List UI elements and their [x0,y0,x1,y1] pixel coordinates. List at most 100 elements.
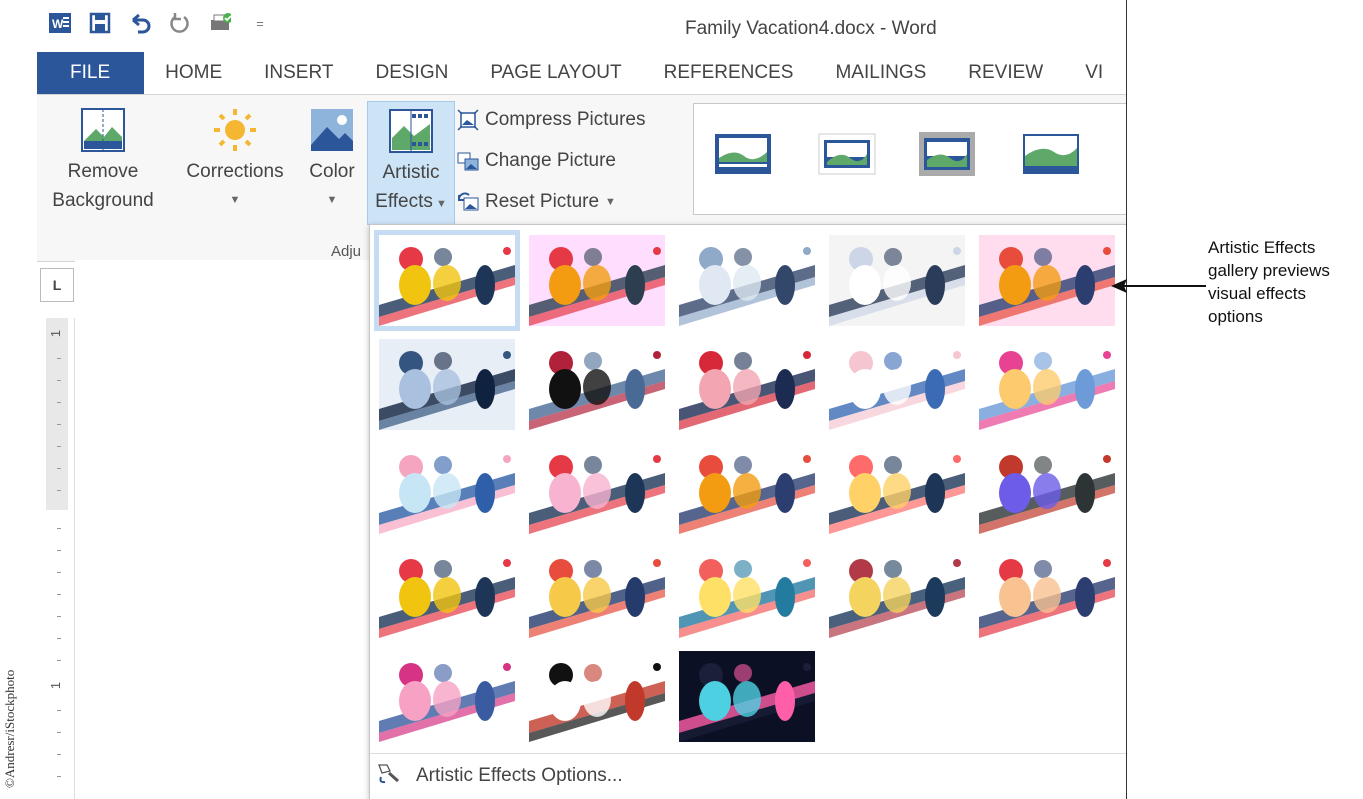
tab-mailings[interactable]: MAILINGS [814,52,947,94]
remove-background-label-1: Remove [67,161,139,182]
document-area[interactable] [75,260,375,799]
picture-style-thumbnail[interactable] [918,130,976,178]
artistic-effect-thumbnail[interactable] [379,651,515,742]
color-label: Color [309,161,355,182]
artistic-effect-thumbnail[interactable] [679,651,815,742]
chevron-down-icon: ▼ [326,194,338,206]
artistic-effects-options-button[interactable]: Artistic Effects Options... [376,761,623,791]
artistic-effect-thumbnail[interactable] [829,547,965,638]
artistic-effect-thumbnail[interactable] [679,547,815,638]
ruler-tick [57,572,61,573]
artistic-effect-thumbnail[interactable] [679,235,815,326]
artistic-effect-thumbnail[interactable] [979,547,1115,638]
artistic-effect-thumbnail[interactable] [979,339,1115,430]
gallery-divider [370,753,1126,754]
print-preview-icon[interactable] [209,12,231,34]
compress-pictures-label: Compress Pictures [485,109,646,130]
tab-home[interactable]: HOME [144,52,243,94]
chevron-down-icon[interactable]: ▼ [605,196,616,208]
artistic-effects-content: Artistic Effects ▼ [368,108,454,219]
window-title: Family Vacation4.docx - Word [685,18,937,39]
ruler-margin [46,318,68,510]
ruler-tick [57,616,61,617]
compress-icon [457,109,479,131]
redo-icon[interactable] [169,12,191,34]
artistic-effect-thumbnail[interactable] [829,235,965,326]
ruler-tick [57,550,61,551]
sun-icon [212,107,258,153]
artistic-effects-button[interactable]: Artistic Effects ▼ [367,101,455,225]
corrections-label: Corrections [186,161,284,182]
artistic-effect-thumbnail[interactable] [829,339,965,430]
ruler-tick [57,594,61,595]
tab-insert[interactable]: INSERT [243,52,354,94]
ruler-number: 1 [48,329,64,338]
picture-color-icon [309,107,355,153]
artistic-effect-thumbnail[interactable] [679,339,815,430]
picture-style-thumbnail[interactable] [714,130,772,178]
photo-credit: ©Andresr/iStockphoto [2,669,17,788]
artistic-effect-thumbnail[interactable] [529,235,665,326]
artistic-effect-thumbnail[interactable] [529,339,665,430]
ruler-tick [57,638,61,639]
artistic-effect-thumbnail[interactable] [379,547,515,638]
artistic-effect-thumbnail[interactable] [379,443,515,534]
tab-view[interactable]: VI [1064,52,1124,94]
artistic-effect-thumbnail[interactable] [979,443,1115,534]
reset-picture-icon [457,191,479,213]
ruler-tick [57,776,61,777]
artistic-effects-options-label: Artistic Effects Options... [416,765,623,786]
undo-icon[interactable] [129,12,151,34]
ribbon-tabs: FILE HOME INSERT DESIGN PAGE LAYOUT REFE… [37,52,1126,94]
color-button[interactable]: Color ▼ [301,107,363,215]
remove-background-icon [80,107,126,153]
ruler-tick [57,358,61,359]
chevron-down-icon: ▼ [229,194,241,206]
ruler-tick [57,402,61,403]
callout-text: Artistic Effects gallery previews visual… [1208,238,1330,326]
ruler-tick [57,380,61,381]
corrections-button[interactable]: Corrections ▼ [179,107,291,215]
artistic-effect-thumbnail[interactable] [374,230,520,331]
artistic-effects-label-2: Effects ▼ [375,191,447,212]
ruler-tick [57,732,61,733]
artistic-effect-thumbnail[interactable] [379,339,515,430]
picture-styles-gallery [693,103,1126,215]
tab-file[interactable]: FILE [37,52,145,94]
artistic-effect-thumbnail[interactable] [529,651,665,742]
ruler-tick [57,710,61,711]
change-picture-label: Change Picture [485,150,616,171]
tab-selector[interactable]: L [40,268,74,302]
vertical-ruler: 1 1 [40,318,75,799]
artistic-effect-thumbnail[interactable] [529,547,665,638]
reset-picture-label: Reset Picture [485,191,600,212]
artistic-effect-thumbnail[interactable] [529,443,665,534]
tab-design[interactable]: DESIGN [354,52,469,94]
change-picture-button[interactable]: Change Picture [457,150,616,172]
svg-text:W: W [52,17,64,31]
artistic-effect-thumbnail[interactable] [829,443,965,534]
ruler-number: 1 [48,681,64,690]
artistic-effects-gallery: Artistic Effects Options... [369,224,1126,799]
save-icon[interactable] [89,12,111,34]
artistic-effect-thumbnail[interactable] [979,235,1115,326]
word-icon: W [49,12,71,34]
reset-picture-button[interactable]: Reset Picture ▼ [457,191,616,213]
annotation-arrow [1111,279,1206,293]
title-bar: W = Family Vacation4.docx - Word [37,0,1126,50]
word-window: W = Family Vacation4.docx - Word FILE HO… [37,0,1127,799]
ruler-tick [57,490,61,491]
ruler-tick [57,528,61,529]
tab-page-layout[interactable]: PAGE LAYOUT [469,52,642,94]
picture-style-thumbnail[interactable] [818,130,876,178]
picture-style-thumbnail[interactable] [1022,130,1080,178]
ruler-tick [57,424,61,425]
paintbrush-icon [376,761,402,791]
ruler-tick [57,446,61,447]
remove-background-button[interactable]: Remove Background [49,107,157,215]
artistic-effect-thumbnail[interactable] [679,443,815,534]
customize-qat-icon[interactable]: = [249,12,271,34]
tab-references[interactable]: REFERENCES [643,52,815,94]
tab-review[interactable]: REVIEW [947,52,1064,94]
compress-pictures-button[interactable]: Compress Pictures [457,109,646,131]
